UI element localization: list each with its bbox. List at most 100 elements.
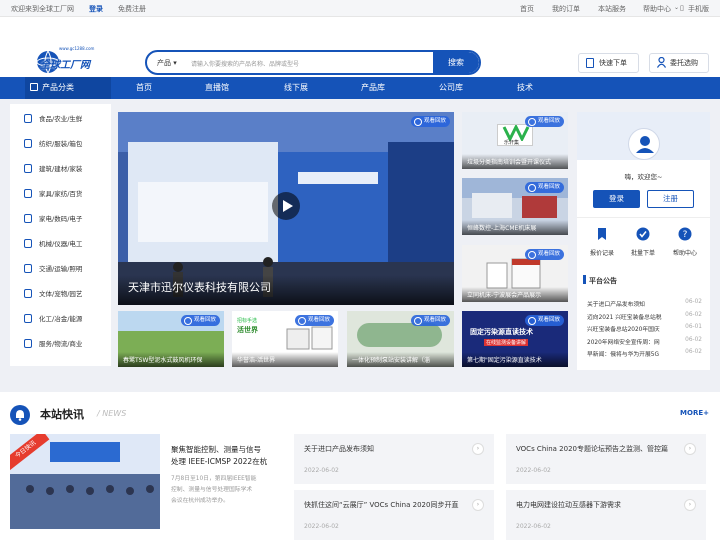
quick-order-button[interactable]: 快速下单 bbox=[578, 53, 639, 73]
news-card[interactable]: VOCs China 2020专题论坛预告之监测、管控篇 2022-06-02 › bbox=[506, 434, 706, 484]
replay-badge: 观看回放 bbox=[524, 182, 564, 193]
live-thumb[interactable]: 观看回放 春鹭TSW型泥水式鼓风机环保 bbox=[118, 311, 224, 367]
header: 全球工厂网 www.gc1288.com 产品 ▾ 请输入你要搜索的产品名称、品… bbox=[0, 17, 720, 77]
nav-item-home[interactable]: 首页 bbox=[136, 77, 152, 99]
sidebar-item-furniture[interactable]: 家具/家纺/百货 bbox=[10, 184, 111, 204]
news-card[interactable]: 快抓住这间“云展厅” VOCs China 2020同步开直 2022-06-02… bbox=[294, 490, 494, 540]
chevron-down-icon: ⌄ bbox=[674, 4, 680, 11]
sidebar-item-machinery[interactable]: 机械/仪器/电工 bbox=[10, 234, 111, 254]
sidebar-item-electronics[interactable]: 家电/数码/电子 bbox=[10, 209, 111, 229]
check-circle-icon bbox=[636, 227, 650, 241]
mobile-link[interactable]: 手机版 bbox=[688, 4, 709, 14]
thumb-caption: 第七期"固定污染源直读技术 bbox=[462, 352, 568, 367]
logo-url: www.gc1288.com bbox=[59, 46, 95, 51]
more-link[interactable]: MORE+ bbox=[680, 409, 709, 417]
sidebar-item-service[interactable]: 服务/物流/商业 bbox=[10, 334, 111, 354]
login-button[interactable]: 登录 bbox=[593, 190, 640, 208]
entrust-button[interactable]: 委托选购 bbox=[649, 53, 709, 73]
arrow-right-icon: › bbox=[684, 443, 696, 455]
video-title: 天津市迅尔仪表科技有限公司 bbox=[128, 281, 271, 294]
sidebar-item-food[interactable]: 食品/农业/生鲜 bbox=[10, 109, 111, 129]
feature-desc: 会议在杭州成功举办。 bbox=[171, 498, 229, 504]
thumb-caption: 立同机床-宁波展会产品展示 bbox=[462, 287, 568, 302]
news-card[interactable]: 电力电网建设拉动互感器下游需求 2022-06-02 › bbox=[506, 490, 706, 540]
document-icon bbox=[586, 58, 594, 68]
nav-item-companies[interactable]: 公司库 bbox=[439, 77, 463, 99]
flask-icon bbox=[24, 314, 32, 323]
search-button[interactable]: 搜索 bbox=[433, 52, 479, 73]
live-thumb[interactable]: 观看回放 恒峰数控-上海CME机床展 bbox=[462, 178, 568, 235]
logo-text: 全球工厂网 bbox=[40, 60, 90, 71]
service-link[interactable]: 本站服务 bbox=[598, 4, 626, 14]
sidebar-item-transport[interactable]: 交通/运输/照明 bbox=[10, 259, 111, 279]
thumb-text: 固定污染源直读技术 bbox=[470, 328, 533, 336]
help-link[interactable]: 帮助中心 bbox=[643, 4, 671, 14]
sidebar-item-building[interactable]: 建筑/建材/家装 bbox=[10, 159, 111, 179]
home-link[interactable]: 首页 bbox=[520, 4, 534, 14]
live-thumb[interactable]: 招标手选 活世界 观看回放 华誉浩-活世界 bbox=[232, 311, 338, 367]
search-input[interactable]: 请输入你要搜索的产品名称、品牌或型号 bbox=[191, 59, 299, 68]
live-thumb[interactable]: 固定污染源直读技术 在线监测设备讲解 观看回放 第七期"固定污染源直读技术 bbox=[462, 311, 568, 367]
live-thumb[interactable]: 观看回放 一体化预制泵站安装讲解（淄 bbox=[347, 311, 454, 367]
notice-item[interactable]: 早新闻：俄将与华为开展5G 06-02 bbox=[587, 349, 702, 359]
replay-badge: 观看回放 bbox=[410, 315, 450, 326]
feature-headline[interactable]: 处理 IEEE-ICMSP 2022在杭 bbox=[171, 456, 267, 467]
bell-icon bbox=[10, 405, 30, 425]
replay-badge: 观看回放 bbox=[410, 116, 450, 127]
sofa-icon bbox=[24, 189, 32, 198]
phone-icon: ▯ bbox=[680, 4, 684, 12]
news-feature-image[interactable]: 今日快讯 bbox=[10, 434, 160, 529]
svg-text:?: ? bbox=[683, 230, 688, 240]
replay-badge: 观看回放 bbox=[524, 315, 564, 326]
notice-item[interactable]: 迈向2021 兴旺宝装备总站税 06-02 bbox=[587, 312, 702, 322]
site-logo[interactable]: 全球工厂网 www.gc1288.com bbox=[35, 46, 95, 75]
notice-item[interactable]: 关于进口产品发布须知 06-02 bbox=[587, 299, 702, 309]
user-panel: 嗨，欢迎您~ 登录 注册 报价记录 批量下单 ? 帮助中心 平台公告 关于进口产… bbox=[577, 112, 710, 370]
nav-item-tech[interactable]: 技术 bbox=[517, 77, 533, 99]
replay-badge: 观看回放 bbox=[524, 116, 564, 127]
news-subtitle: / NEWS bbox=[97, 409, 127, 418]
notice-item[interactable]: 2020年网络安全宣传周：网 06-02 bbox=[587, 337, 702, 347]
orders-link[interactable]: 我的订单 bbox=[552, 4, 580, 14]
notice-item[interactable]: 兴旺宝装备总站2020年国庆 06-01 bbox=[587, 324, 702, 334]
notice-title: 平台公告 bbox=[589, 277, 617, 285]
nav-item-live[interactable]: 直播馆 bbox=[205, 77, 229, 99]
live-thumb[interactable]: 乐轩集 观看回放 垃圾分类指南培训会暨开课仪式 bbox=[462, 112, 568, 169]
arrow-right-icon: › bbox=[684, 499, 696, 511]
news-section: 本站快讯 / NEWS MORE+ 今日快讯 聚焦智能控制、测量与信号 处理 I… bbox=[0, 392, 720, 540]
login-link[interactable]: 登录 bbox=[89, 4, 103, 14]
user-icon bbox=[656, 56, 667, 68]
category-menu-button[interactable]: 产品分类 bbox=[25, 77, 111, 99]
arrow-right-icon: › bbox=[472, 443, 484, 455]
thumb-caption: 一体化预制泵站安装讲解（淄 bbox=[347, 352, 454, 367]
shirt-icon bbox=[24, 139, 32, 148]
news-title: 本站快讯 bbox=[40, 408, 84, 421]
arrow-right-icon: › bbox=[472, 499, 484, 511]
thumb-logo-image: 乐轩集 bbox=[497, 123, 533, 146]
nav-item-expo[interactable]: 线下展 bbox=[284, 77, 308, 99]
news-card[interactable]: 关于进口产品发布须知 2022-06-02 › bbox=[294, 434, 494, 484]
sports-icon bbox=[24, 289, 32, 298]
featured-video[interactable]: 观看回放 天津市迅尔仪表科技有限公司 bbox=[118, 112, 454, 305]
register-link[interactable]: 免费注册 bbox=[118, 4, 146, 14]
help-center-link[interactable]: ? 帮助中心 bbox=[665, 226, 705, 257]
sidebar-item-textile[interactable]: 纺织/服装/箱包 bbox=[10, 134, 111, 154]
bulk-order-link[interactable]: 批量下单 bbox=[623, 226, 663, 257]
sidebar-item-chemical[interactable]: 化工/冶金/能源 bbox=[10, 309, 111, 329]
nav-item-products[interactable]: 产品库 bbox=[361, 77, 385, 99]
register-button[interactable]: 注册 bbox=[647, 190, 694, 208]
play-icon[interactable] bbox=[272, 192, 300, 220]
sidebar-item-sports[interactable]: 文体/宠物/园艺 bbox=[10, 284, 111, 304]
live-thumb[interactable]: 观看回放 立同机床-宁波展会产品展示 bbox=[462, 245, 568, 302]
search-category-select[interactable]: 产品 ▾ bbox=[157, 58, 177, 68]
search-bar: 产品 ▾ 请输入你要搜索的产品名称、品牌或型号 搜索 bbox=[145, 50, 481, 75]
greeting-text: 嗨，欢迎您~ bbox=[624, 173, 663, 181]
feature-headline[interactable]: 聚焦智能控制、测量与信号 bbox=[171, 444, 261, 455]
machine-icon bbox=[24, 239, 32, 248]
thumb-text: 在线监测设备讲解 bbox=[484, 339, 529, 346]
question-icon: ? bbox=[678, 227, 692, 241]
thumb-caption: 华誉浩-活世界 bbox=[232, 352, 338, 367]
appliance-icon bbox=[24, 214, 32, 223]
quote-records-link[interactable]: 报价记录 bbox=[582, 226, 622, 257]
avatar[interactable] bbox=[628, 128, 660, 160]
